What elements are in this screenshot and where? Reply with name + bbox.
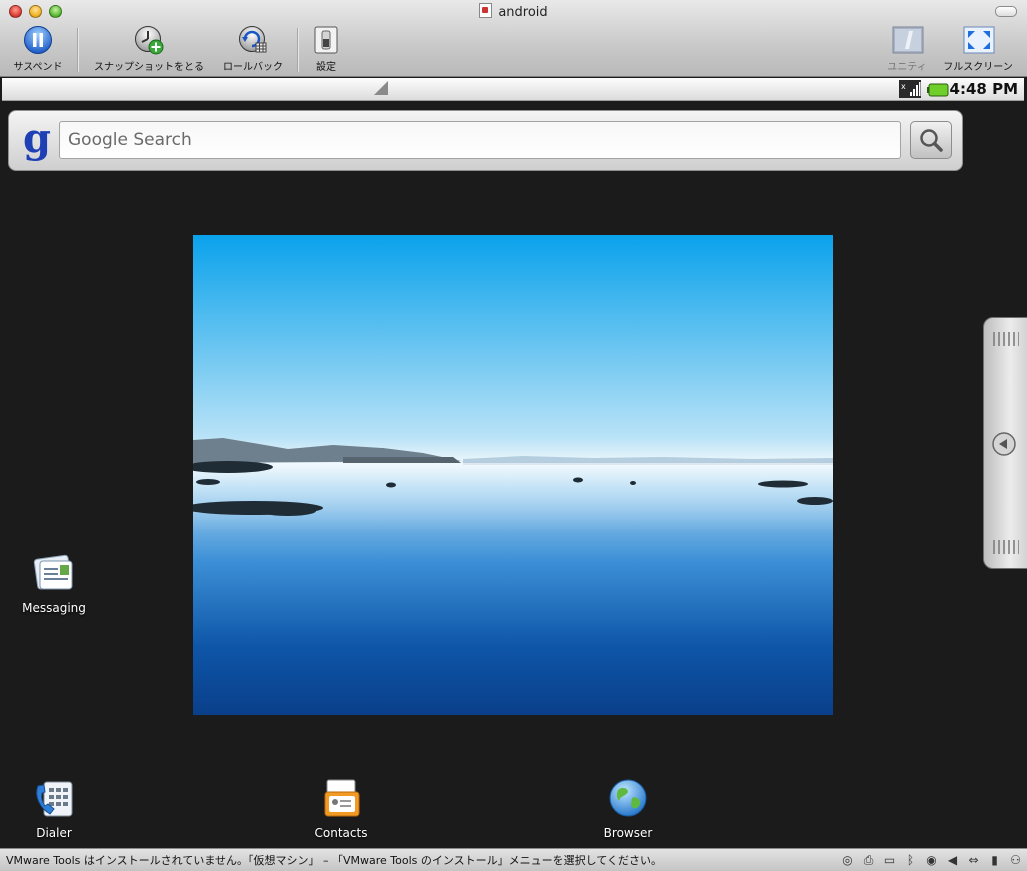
shared-folders-icon[interactable]: ⚇ xyxy=(1008,853,1023,867)
app-messaging[interactable]: Messaging xyxy=(20,549,88,615)
rollback-label: ロールバック xyxy=(223,62,283,73)
webcam-icon[interactable]: ◎ xyxy=(840,853,855,867)
google-search-input[interactable] xyxy=(59,121,901,159)
usb-icon[interactable]: ▮ xyxy=(987,853,1002,867)
settings-label: 設定 xyxy=(316,62,336,73)
snapshot-label: スナップショットをとる xyxy=(94,62,204,73)
home-wallpaper xyxy=(193,235,833,715)
contacts-label: Contacts xyxy=(314,826,368,840)
battery-icon xyxy=(927,82,949,101)
drawer-grip-bottom xyxy=(993,540,1019,554)
hard-disk-icon[interactable]: ▭ xyxy=(882,853,897,867)
browser-icon xyxy=(609,779,647,817)
printer-icon[interactable]: ⎙ xyxy=(861,853,876,867)
notification-arrow-icon xyxy=(374,81,388,95)
rollback-icon xyxy=(238,25,268,55)
unity-icon xyxy=(892,25,924,55)
contacts-icon xyxy=(324,779,360,817)
toolbar-separator xyxy=(297,28,299,72)
search-button[interactable] xyxy=(910,121,952,159)
settings-button[interactable]: 設定 xyxy=(306,25,346,73)
search-icon xyxy=(920,129,943,152)
vmware-tools-message: VMware Tools はインストールされていません。「仮想マシン」 – 「V… xyxy=(6,854,663,867)
app-drawer-handle[interactable] xyxy=(983,317,1027,569)
toolbar-separator xyxy=(77,28,79,72)
network-icon[interactable]: ⇔ xyxy=(966,853,981,867)
android-screen[interactable]: x 4:48 PM g Google Search Messaging Dial… xyxy=(0,77,1027,848)
dialer-icon xyxy=(36,781,73,817)
signal-icon: x xyxy=(899,80,921,102)
status-time: 4:48 PM xyxy=(949,80,1018,98)
fullscreen-button[interactable]: フルスクリーン xyxy=(937,25,1019,73)
browser-label: Browser xyxy=(603,826,653,840)
messaging-label: Messaging xyxy=(22,601,86,615)
suspend-button[interactable]: サスペンド xyxy=(8,25,68,73)
toolbar-toggle-button[interactable] xyxy=(995,6,1017,17)
vm-status-bar: VMware Tools はインストールされていません。「仮想マシン」 – 「V… xyxy=(0,848,1027,871)
unity-button[interactable]: ユニティ xyxy=(880,25,934,73)
rollback-button[interactable]: ロールバック xyxy=(218,25,288,73)
unity-label: ユニティ xyxy=(887,62,927,73)
google-search-widget[interactable]: g xyxy=(8,110,963,171)
app-browser[interactable]: Browser xyxy=(594,774,662,840)
suspend-label: サスペンド xyxy=(13,62,63,73)
fullscreen-icon xyxy=(963,25,995,55)
snapshot-icon xyxy=(134,25,164,55)
lake-landscape-image xyxy=(193,438,833,533)
fullscreen-label: フルスクリーン xyxy=(943,62,1013,73)
document-icon xyxy=(479,3,493,18)
svg-text:x: x xyxy=(901,82,906,91)
dialer-label: Dialer xyxy=(36,826,72,840)
pause-icon xyxy=(23,25,53,55)
device-status-icons: ◎ ⎙ ▭ ᛒ ◉ ◀ ⇔ ▮ ⚇ xyxy=(840,852,1023,868)
google-g-logo[interactable]: g xyxy=(23,115,51,162)
settings-icon xyxy=(311,25,341,55)
messaging-icon xyxy=(33,554,73,590)
cd-dvd-icon[interactable]: ◉ xyxy=(924,853,939,867)
bluetooth-icon[interactable]: ᛒ xyxy=(903,853,918,867)
drawer-grip-top xyxy=(993,332,1019,346)
app-dialer[interactable]: Dialer xyxy=(20,774,88,840)
android-status-bar[interactable]: x 4:48 PM xyxy=(2,78,1024,101)
vm-window-titlebar: android サスペンド スナップショットをとる ロールバック 設定 ユニティ… xyxy=(0,0,1027,77)
drawer-arrow-icon xyxy=(992,432,1016,456)
sound-icon[interactable]: ◀ xyxy=(945,853,960,867)
window-title-text: android xyxy=(498,5,548,20)
window-title: android xyxy=(0,3,1027,20)
app-contacts[interactable]: Contacts xyxy=(307,774,375,840)
snapshot-button[interactable]: スナップショットをとる xyxy=(87,25,211,73)
